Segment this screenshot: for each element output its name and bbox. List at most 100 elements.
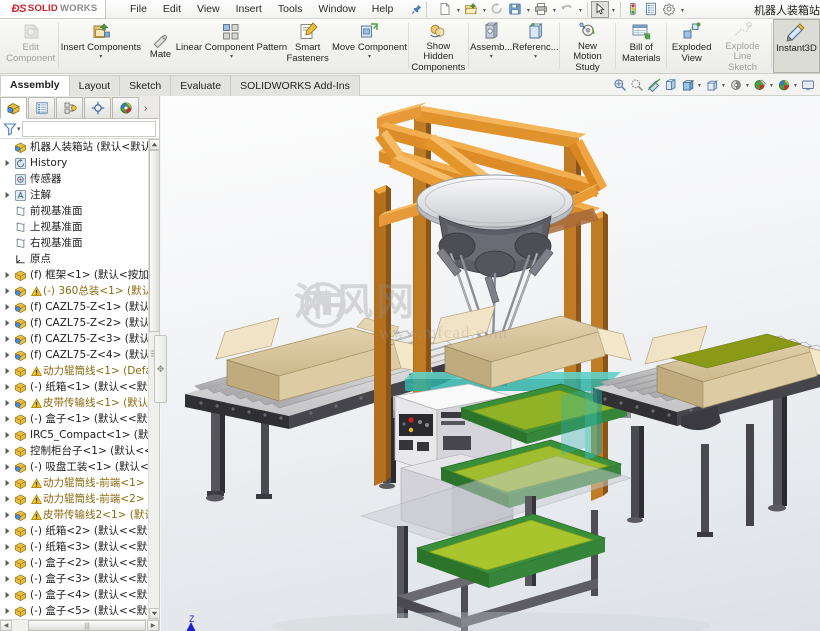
tree-item[interactable]: (-) 盒子<5> (默认<<默认> <box>0 603 148 619</box>
panel-splitter-handle[interactable]: ✥ <box>154 335 167 403</box>
move-component-caret-icon[interactable]: ▾ <box>368 54 371 60</box>
tree-item[interactable]: (f) CAZL75-Z<3> (默认<默 <box>0 331 148 347</box>
feature-manager-tab[interactable] <box>0 97 27 119</box>
assembly-features-caret-icon[interactable]: ▾ <box>490 54 493 60</box>
tree-item[interactable]: 上视基准面 <box>0 219 148 235</box>
more-manager-tabs-button[interactable]: › <box>144 103 147 118</box>
tree-expand-arrow-icon[interactable] <box>2 347 13 363</box>
undo-caret-icon[interactable]: ▾ <box>576 1 584 18</box>
tree-item[interactable]: 原点 <box>0 251 148 267</box>
options-caret-icon[interactable]: ▾ <box>678 1 686 18</box>
tree-expand-arrow-icon[interactable] <box>2 379 13 395</box>
tree-item[interactable]: 机器人装箱站 (默认<默认_显示 <box>0 139 148 155</box>
tree-expand-arrow-icon[interactable] <box>2 523 13 539</box>
tree-expand-arrow-icon[interactable] <box>2 427 13 443</box>
graphics-viewport[interactable]: 沐风网 www.mfcad.com Z Y X <box>161 96 820 631</box>
menu-tools[interactable]: Tools <box>270 1 311 17</box>
tree-item[interactable]: 控制柜台子<1> (默认<<默 <box>0 443 148 459</box>
tree-item[interactable]: (-) 盒子<2> (默认<<默认> <box>0 555 148 571</box>
tree-expand-arrow-icon[interactable] <box>2 315 13 331</box>
tree-item[interactable]: (-) 盒子<4> (默认<<默认> <box>0 587 148 603</box>
menu-file[interactable]: File <box>122 1 155 17</box>
apply-scene-caret-icon[interactable]: ▾ <box>768 76 775 93</box>
tree-expand-arrow-icon[interactable] <box>2 155 13 171</box>
select-caret-icon[interactable]: ▾ <box>609 1 617 18</box>
display-monitor-icon[interactable] <box>799 76 816 93</box>
tree-scroll-right-button[interactable]: ▶ <box>147 620 159 631</box>
select-cursor-icon[interactable] <box>591 0 610 18</box>
tree-item[interactable]: 皮带传输线2<1> (默认< <box>0 507 148 523</box>
options-gear-icon[interactable] <box>660 1 678 18</box>
tree-item[interactable]: (-) 纸箱<2> (默认<<默认> <box>0 523 148 539</box>
reference-geometry-button[interactable]: Referenc... ▾ <box>512 19 559 73</box>
tree-expand-arrow-icon[interactable] <box>2 491 13 507</box>
menu-insert[interactable]: Insert <box>228 1 270 17</box>
tree-hscroll-thumb[interactable]: ||| <box>28 620 146 631</box>
tree-item[interactable]: (f) CAZL75-Z<4> (默认<默 <box>0 347 148 363</box>
tree-expand-arrow-icon[interactable] <box>2 587 13 603</box>
tree-item[interactable]: 皮带传输线<1> (默认< <box>0 395 148 411</box>
menu-window[interactable]: Window <box>310 1 363 17</box>
tree-expand-arrow-icon[interactable] <box>2 363 13 379</box>
tree-item[interactable]: (-) 盒子<1> (默认<<默认> <box>0 411 148 427</box>
property-manager-tab[interactable] <box>28 97 55 118</box>
tree-filter-input[interactable] <box>21 120 156 137</box>
tree-expand-arrow-icon[interactable] <box>2 299 13 315</box>
edit-component-button[interactable]: Edit Component <box>4 19 57 73</box>
display-style-icon[interactable] <box>679 76 696 93</box>
apply-scene-icon[interactable] <box>751 76 768 93</box>
show-hidden-components-button[interactable]: Show Hidden Components <box>410 19 467 73</box>
tree-scroll-up-button[interactable] <box>149 139 159 150</box>
tree-expand-arrow-icon[interactable] <box>2 395 13 411</box>
tree-scroll-left-button[interactable]: ◀ <box>0 620 12 631</box>
new-document-caret-icon[interactable]: ▾ <box>454 1 462 18</box>
tree-expand-arrow-icon[interactable] <box>2 443 13 459</box>
rebuild-traffic-light-icon[interactable] <box>624 1 642 18</box>
tree-expand-arrow-icon[interactable] <box>2 555 13 571</box>
tree-expand-arrow-icon[interactable] <box>2 507 13 523</box>
solidworks-logo[interactable]: ĐS SOLID WORKS <box>0 0 106 19</box>
tree-expand-arrow-icon[interactable] <box>2 411 13 427</box>
tab-evaluate[interactable]: Evaluate <box>170 75 232 96</box>
tree-scroll-thumb[interactable] <box>149 150 159 332</box>
display-style-caret-icon[interactable]: ▾ <box>696 76 703 93</box>
tree-item[interactable]: (-) 盒子<3> (默认<<默认> <box>0 571 148 587</box>
tree-item[interactable]: History <box>0 155 148 171</box>
tree-expand-arrow-icon[interactable] <box>2 187 13 203</box>
tree-item[interactable]: 注解 <box>0 187 148 203</box>
tree-expand-arrow-icon[interactable] <box>2 331 13 347</box>
linear-component-pattern-button[interactable]: Linear Component Pattern ▾ <box>176 19 287 73</box>
tree-item[interactable]: 动力辊筒线<1> (Defau <box>0 363 148 379</box>
tree-item[interactable]: 动力辊筒线-前端<2> ( <box>0 491 148 507</box>
display-manager-tab[interactable] <box>112 97 139 118</box>
linear-component-pattern-caret-icon[interactable]: ▾ <box>230 54 233 60</box>
new-motion-study-button[interactable]: New Motion Study <box>561 19 614 73</box>
tree-item[interactable]: (f) 框架<1> (默认<按加工 <box>0 267 148 283</box>
dimxpert-manager-tab[interactable] <box>84 97 111 118</box>
hide-show-items-caret-icon[interactable]: ▾ <box>720 76 727 93</box>
reference-geometry-caret-icon[interactable]: ▾ <box>534 54 537 60</box>
assembly-features-button[interactable]: Assemb... ▾ <box>470 19 513 73</box>
print-caret-icon[interactable]: ▾ <box>550 1 558 18</box>
undo-icon[interactable] <box>558 1 576 18</box>
tree-expand-arrow-icon[interactable] <box>2 459 13 475</box>
filter-caret-icon[interactable]: ▾ <box>17 125 21 133</box>
menu-help[interactable]: Help <box>364 1 402 17</box>
tab-assembly[interactable]: Assembly <box>0 75 70 96</box>
section-view-icon[interactable] <box>645 76 662 93</box>
move-component-button[interactable]: Move Component ▾ <box>332 19 407 73</box>
tree-expand-arrow-icon[interactable] <box>2 267 13 283</box>
tree-scroll-down-button[interactable] <box>149 608 159 619</box>
tree-item[interactable]: (f) CAZL75-Z<2> (默认<默 <box>0 315 148 331</box>
file-properties-icon[interactable] <box>642 1 660 18</box>
print-icon[interactable] <box>532 1 550 18</box>
tree-item[interactable]: 前视基准面 <box>0 203 148 219</box>
tree-item[interactable]: (-) 吸盘工装<1> (默认<默 <box>0 459 148 475</box>
tree-hscroll-track[interactable]: ||| <box>12 620 147 631</box>
tree-item[interactable]: IRC5_Compact<1> (默认< <box>0 427 148 443</box>
instant3d-button[interactable]: Instant3D <box>772 19 820 73</box>
open-document-caret-icon[interactable]: ▾ <box>480 1 488 18</box>
tree-horizontal-scrollbar[interactable]: ◀ ||| ▶ <box>0 619 159 631</box>
zoom-to-area-icon[interactable] <box>628 76 645 93</box>
insert-components-button[interactable]: Insert Components ▾ <box>60 19 141 73</box>
